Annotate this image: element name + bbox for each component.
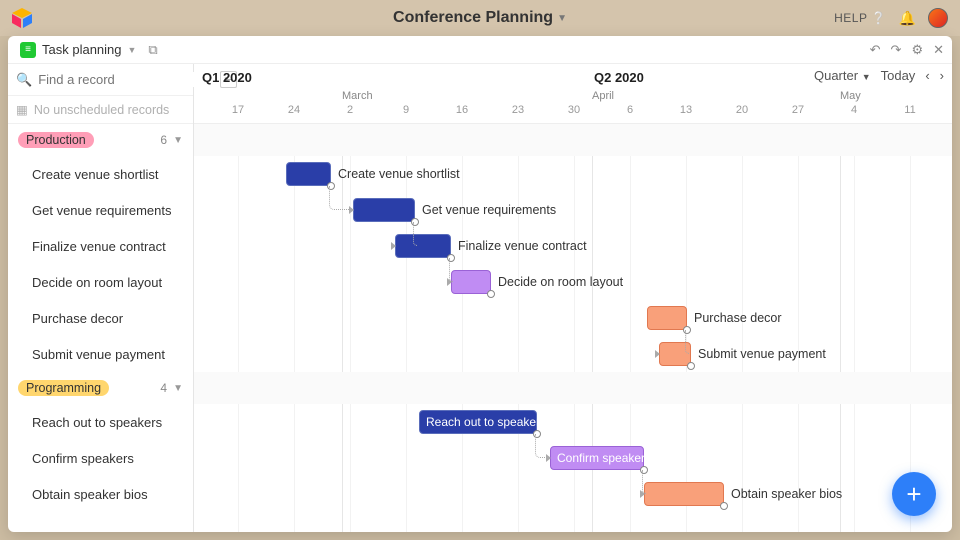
month-label: March [342, 90, 373, 102]
chevron-down-icon: ▼ [862, 72, 871, 82]
day-label: 6 [627, 104, 633, 116]
chevron-down-icon: ▼ [173, 383, 183, 394]
day-label: 17 [232, 104, 244, 116]
quarter-label-q1: Q1 2020 [202, 70, 252, 85]
gantt-bar-label: Submit venue payment [698, 347, 826, 361]
chevron-down-icon: ▼ [128, 45, 137, 55]
month-label: April [592, 90, 614, 102]
help-icon: ❔ [871, 11, 886, 25]
dependency-line [413, 222, 417, 246]
add-button[interactable]: + [892, 472, 936, 516]
dependency-arrow [655, 350, 660, 358]
quarter-label-q2: Q2 2020 [594, 70, 644, 85]
month-label: May [840, 90, 861, 102]
help-link[interactable]: HELP ❔ [834, 11, 886, 25]
gantt-bar-label: Obtain speaker bios [731, 487, 842, 501]
today-button[interactable]: Today [881, 68, 916, 83]
group-header[interactable]: Production 6 ▼ [8, 124, 193, 156]
day-label: 23 [512, 104, 524, 116]
dependency-line [685, 330, 689, 354]
app-logo[interactable] [12, 8, 32, 28]
gantt-icon: ≡ [20, 42, 36, 58]
day-label: 24 [288, 104, 300, 116]
close-icon[interactable]: ✕ [933, 42, 944, 58]
gantt-bar-label: Create venue shortlist [338, 167, 460, 181]
bar-handle[interactable] [687, 362, 695, 370]
task-row[interactable]: Create venue shortlist [8, 156, 193, 192]
search-input[interactable] [38, 72, 214, 87]
day-label: 27 [792, 104, 804, 116]
gantt-window: ≡ Task planning ▼ ⧉ ↶ ↷ ⚙ ✕ 🔍 ⇤ ▦ No uns… [8, 36, 952, 532]
timeline: Q1 2020 Q2 2020 Quarter ▼ Today ‹ › Marc… [194, 64, 952, 532]
view-switcher[interactable]: ≡ Task planning ▼ [16, 40, 140, 60]
search-icon: 🔍 [16, 72, 32, 88]
next-icon[interactable]: › [940, 68, 944, 83]
group-header[interactable]: Programming 4 ▼ [8, 372, 193, 404]
group-pill: Programming [18, 380, 109, 396]
group-count: 6 [160, 133, 167, 147]
chevron-down-icon: ▼ [173, 135, 183, 146]
gantt-bar-label: Get venue requirements [422, 203, 556, 217]
group-count: 4 [160, 381, 167, 395]
day-label: 13 [680, 104, 692, 116]
dependency-arrow [546, 454, 551, 462]
dependency-arrow [349, 206, 354, 214]
notifications-icon[interactable]: 🔔 [899, 10, 916, 27]
unscheduled-label: No unscheduled records [34, 103, 170, 117]
gear-icon[interactable]: ⚙ [911, 42, 923, 58]
gantt-bar[interactable]: Create venue shortlist [286, 162, 331, 186]
task-row[interactable]: Finalize venue contract [8, 228, 193, 264]
day-label: 16 [456, 104, 468, 116]
dependency-arrow [640, 490, 645, 498]
day-label: 9 [403, 104, 409, 116]
window-header: ≡ Task planning ▼ ⧉ ↶ ↷ ⚙ ✕ [8, 36, 952, 64]
redo-icon[interactable]: ↷ [891, 42, 902, 58]
bar-handle[interactable] [720, 502, 728, 510]
task-row[interactable]: Decide on room layout [8, 264, 193, 300]
task-row[interactable]: Get venue requirements [8, 192, 193, 228]
day-label: 2 [347, 104, 353, 116]
gantt-bar[interactable]: Purchase decor [647, 306, 687, 330]
avatar[interactable] [928, 8, 948, 28]
gantt-bar[interactable]: Decide on room layout [451, 270, 491, 294]
gantt-bar[interactable]: Get venue requirements [353, 198, 415, 222]
gantt-bar-label: Finalize venue contract [458, 239, 587, 253]
gantt-bar[interactable]: Reach out to speakers [419, 410, 537, 434]
task-row[interactable]: Purchase decor [8, 300, 193, 336]
task-row[interactable]: Submit venue payment [8, 336, 193, 372]
dependency-arrow [391, 242, 396, 250]
day-label: 20 [736, 104, 748, 116]
view-name: Task planning [42, 42, 122, 57]
open-external-icon[interactable]: ⧉ [148, 42, 157, 58]
dependency-arrow [447, 278, 452, 286]
gantt-bar-label: Purchase decor [694, 311, 782, 325]
scale-selector[interactable]: Quarter ▼ [814, 68, 871, 83]
base-title[interactable]: Conference Planning ▼ [393, 9, 567, 27]
chevron-down-icon: ▼ [557, 13, 567, 24]
calendar-icon: ▦ [16, 102, 28, 117]
record-sidebar: 🔍 ⇤ ▦ No unscheduled records Production6… [8, 64, 194, 532]
bar-handle[interactable] [487, 290, 495, 298]
task-row[interactable]: Reach out to speakers [8, 404, 193, 440]
task-row[interactable]: Confirm speakers [8, 440, 193, 476]
task-row[interactable]: Obtain speaker bios [8, 476, 193, 512]
base-title-text: Conference Planning [393, 9, 553, 27]
gantt-bar[interactable]: Finalize venue contract [395, 234, 451, 258]
group-pill: Production [18, 132, 94, 148]
gantt-bar-label: Decide on room layout [498, 275, 623, 289]
undo-icon[interactable]: ↶ [870, 42, 881, 58]
prev-icon[interactable]: ‹ [925, 68, 929, 83]
day-label: 30 [568, 104, 580, 116]
day-label: 4 [851, 104, 857, 116]
gantt-bar[interactable]: Confirm speakers [550, 446, 644, 470]
day-label: 11 [904, 104, 915, 116]
unscheduled-row[interactable]: ▦ No unscheduled records [8, 96, 193, 124]
gantt-bar[interactable]: Obtain speaker bios [644, 482, 724, 506]
